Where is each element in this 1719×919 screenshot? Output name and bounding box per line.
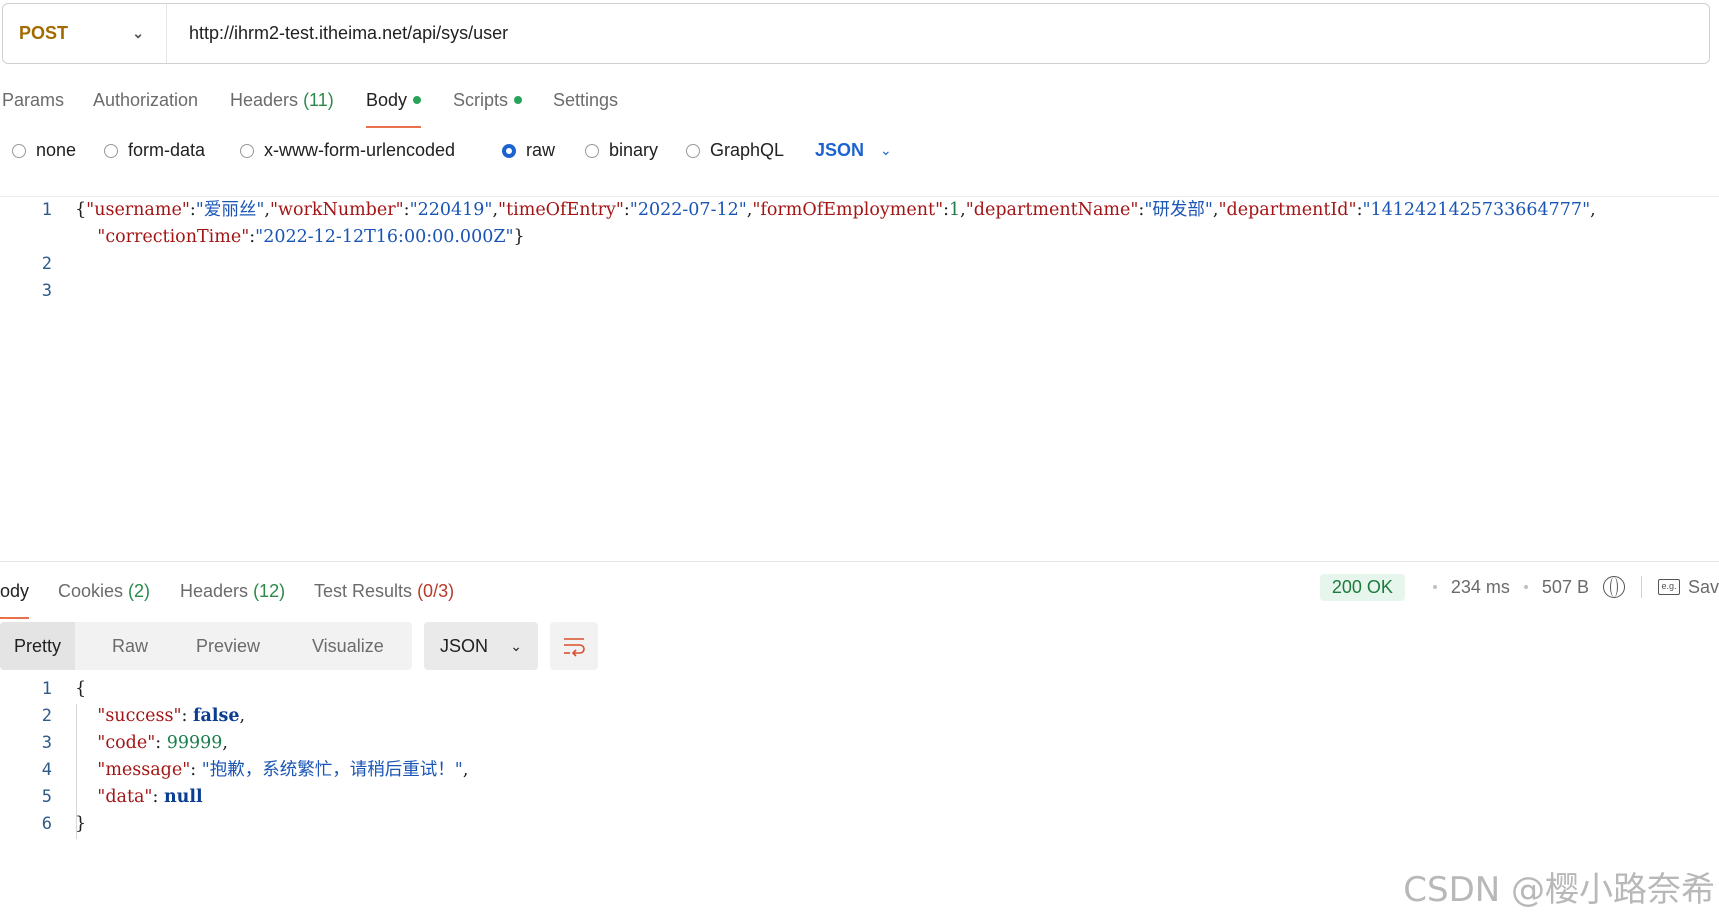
radio-icon bbox=[686, 143, 700, 158]
request-body-editor[interactable]: 1 2 3 {"username":"爱丽丝","workNumber":"22… bbox=[0, 196, 1719, 562]
radio-icon bbox=[585, 143, 599, 158]
radio-raw[interactable]: raw bbox=[502, 140, 555, 161]
body-format-select[interactable]: JSON ⌄ bbox=[815, 140, 892, 161]
tab-body[interactable]: Body bbox=[366, 82, 422, 128]
view-pretty[interactable]: Pretty bbox=[0, 622, 76, 670]
radio-selected-icon bbox=[502, 143, 516, 158]
method-label: POST bbox=[19, 23, 69, 43]
save-example-button[interactable]: Sav bbox=[1688, 577, 1719, 598]
tab-headers[interactable]: Headers (11) bbox=[230, 82, 334, 122]
tab-settings[interactable]: Settings bbox=[553, 82, 618, 122]
url-bar: POST ⌄ http://ihrm2-test.itheima.net/api… bbox=[2, 3, 1710, 64]
wrap-lines-button[interactable] bbox=[550, 622, 598, 670]
tab-response-body[interactable]: ody bbox=[0, 573, 30, 619]
pane-divider[interactable] bbox=[0, 561, 1719, 562]
tab-params[interactable]: Params bbox=[2, 82, 64, 122]
headers-count: (11) bbox=[303, 90, 334, 110]
radio-icon bbox=[240, 143, 254, 158]
tab-response-headers[interactable]: Headers (12) bbox=[180, 573, 285, 613]
example-icon: e.g. bbox=[1657, 579, 1680, 595]
url-input[interactable]: http://ihrm2-test.itheima.net/api/sys/us… bbox=[167, 23, 508, 44]
watermark: CSDN @樱小路奈希 bbox=[1403, 870, 1715, 910]
divider bbox=[1640, 576, 1642, 598]
response-time[interactable]: 234 ms bbox=[1451, 577, 1510, 598]
radio-urlencoded[interactable]: x-www-form-urlencoded bbox=[240, 140, 455, 161]
chevron-down-icon: ⌄ bbox=[510, 637, 522, 654]
tab-scripts[interactable]: Scripts bbox=[453, 82, 523, 122]
modified-dot-icon bbox=[413, 96, 422, 104]
response-format-select[interactable]: JSON ⌄ bbox=[424, 622, 538, 670]
response-body[interactable]: 1 2 3 4 5 6 { "success": false, "code": … bbox=[0, 676, 1719, 846]
radio-icon bbox=[104, 143, 118, 158]
chevron-down-icon: ⌄ bbox=[880, 142, 892, 158]
separator-dot bbox=[1432, 585, 1437, 589]
radio-icon bbox=[12, 143, 26, 158]
radio-graphql[interactable]: GraphQL bbox=[686, 140, 784, 161]
tab-test-results[interactable]: Test Results (0/3) bbox=[314, 573, 454, 613]
tab-authorization[interactable]: Authorization bbox=[93, 82, 198, 122]
request-json: {"username":"爱丽丝","workNumber":"220419",… bbox=[75, 200, 1596, 247]
wrap-lines-icon bbox=[564, 638, 585, 657]
view-raw[interactable]: Raw bbox=[112, 622, 148, 670]
view-mode-tabs: Pretty Raw Preview Visualize bbox=[0, 622, 412, 670]
separator-dot bbox=[1523, 585, 1528, 589]
response-status: 200 OK 234 ms 507 B e.g. Sav bbox=[1319, 571, 1719, 603]
tab-cookies[interactable]: Cookies (2) bbox=[58, 573, 150, 613]
globe-icon[interactable] bbox=[1602, 576, 1625, 598]
radio-binary[interactable]: binary bbox=[585, 140, 658, 161]
view-visualize[interactable]: Visualize bbox=[312, 622, 384, 670]
radio-none[interactable]: none bbox=[12, 140, 76, 161]
radio-form-data[interactable]: form-data bbox=[104, 140, 205, 161]
line-numbers: 1 2 3 4 5 6 bbox=[41, 679, 52, 834]
view-preview[interactable]: Preview bbox=[196, 622, 260, 670]
response-json: { "success": false, "code": 99999, "mess… bbox=[75, 679, 469, 834]
line-numbers: 1 2 3 bbox=[41, 200, 52, 301]
modified-dot-icon bbox=[514, 96, 523, 104]
chevron-down-icon: ⌄ bbox=[132, 25, 144, 41]
method-select[interactable]: POST ⌄ bbox=[3, 4, 167, 63]
response-size[interactable]: 507 B bbox=[1542, 577, 1589, 598]
status-badge[interactable]: 200 OK bbox=[1319, 573, 1405, 601]
